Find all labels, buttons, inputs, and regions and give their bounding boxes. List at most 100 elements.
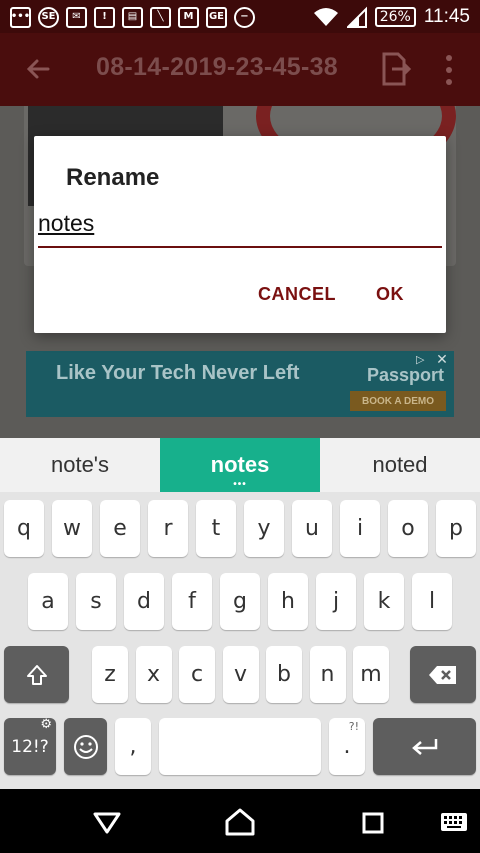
key-d[interactable]: d: [124, 573, 164, 630]
comma-key[interactable]: ,: [115, 718, 151, 775]
news-icon: ▤: [122, 6, 143, 28]
key-a-label: a: [41, 589, 55, 614]
key-o[interactable]: o: [388, 500, 428, 557]
period-key-label: .: [343, 734, 351, 759]
key-e[interactable]: e: [100, 500, 140, 557]
key-d-label: d: [137, 589, 151, 614]
key-m[interactable]: m: [353, 646, 389, 703]
key-u-label: u: [305, 516, 319, 541]
key-z[interactable]: z: [92, 646, 128, 703]
key-i[interactable]: i: [340, 500, 380, 557]
suggestion-label: note's: [50, 452, 110, 477]
space-key[interactable]: [159, 718, 321, 775]
notification-icons: ••• SE ✉! ▤ ╲ M GE −: [10, 5, 255, 29]
rename-dialog: Rename notes CANCEL OK: [34, 136, 446, 333]
shift-key[interactable]: [4, 646, 69, 703]
key-w-label: w: [63, 516, 81, 541]
key-a[interactable]: a: [28, 573, 68, 630]
ad-choices-icon[interactable]: ▷: [416, 353, 430, 367]
enter-key[interactable]: [373, 718, 476, 775]
back-arrow-icon[interactable]: [22, 53, 54, 85]
key-z-label: z: [104, 662, 116, 687]
key-g[interactable]: g: [220, 573, 260, 630]
ad-close-icon[interactable]: ✕: [432, 351, 452, 369]
key-c[interactable]: c: [179, 646, 215, 703]
key-x[interactable]: x: [135, 646, 172, 703]
key-n-label: n: [320, 662, 335, 687]
key-v-label: v: [233, 662, 248, 687]
settings-gear-icon: ⚙: [40, 717, 52, 732]
cancel-button[interactable]: CANCEL: [258, 284, 336, 305]
key-l[interactable]: l: [412, 573, 452, 630]
key-v[interactable]: v: [222, 646, 259, 703]
key-f[interactable]: f: [172, 573, 212, 630]
key-f-label: f: [188, 589, 196, 614]
app-bar: 08-14-2019-23-45-38: [0, 33, 480, 106]
key-p[interactable]: p: [436, 500, 476, 557]
backspace-key[interactable]: [410, 646, 476, 703]
status-right: 26% 11:45: [313, 4, 470, 30]
key-n[interactable]: n: [309, 646, 346, 703]
key-r[interactable]: r: [148, 500, 188, 557]
nav-home-icon[interactable]: [224, 807, 256, 837]
more-suggestions-dots: •••: [233, 479, 247, 490]
key-e-label: e: [113, 516, 127, 541]
key-u[interactable]: u: [292, 500, 332, 557]
key-t[interactable]: t: [196, 500, 236, 557]
symbols-key[interactable]: 12!? ⚙: [4, 717, 56, 775]
key-i-label: i: [356, 516, 364, 541]
shift-icon: [26, 664, 47, 685]
alert-icon: !: [94, 6, 115, 28]
key-x-label: x: [146, 662, 161, 687]
key-h[interactable]: h: [268, 573, 308, 630]
suggestion-item-selected[interactable]: notes •••: [160, 438, 320, 492]
do-not-disturb-icon: −: [234, 6, 255, 28]
cell-signal-icon: [346, 6, 367, 28]
key-q-label: q: [17, 516, 31, 541]
app-notification-icon: SE: [38, 6, 59, 28]
rename-input[interactable]: notes: [38, 210, 442, 248]
period-key[interactable]: .?!: [329, 718, 365, 775]
key-r-label: r: [163, 516, 173, 541]
key-b-label: b: [277, 662, 291, 687]
key-q[interactable]: q: [4, 500, 44, 557]
key-b[interactable]: b: [266, 646, 302, 703]
key-s[interactable]: s: [76, 573, 116, 630]
suggestion-item[interactable]: noted: [320, 438, 480, 492]
suggestion-item[interactable]: note's: [0, 438, 160, 492]
key-t-label: t: [211, 516, 221, 541]
more-options-icon[interactable]: [442, 53, 456, 87]
key-k[interactable]: k: [364, 573, 404, 630]
export-file-icon[interactable]: [376, 51, 412, 87]
nav-back-icon[interactable]: [92, 811, 122, 835]
comma-key-label: ,: [129, 734, 137, 759]
key-j-label: j: [332, 589, 340, 614]
wifi-icon: [313, 8, 338, 26]
soft-keyboard: q w e r t y u i o p a s d f g h j k l z x c v b n m 12!? ⚙,.?!: [0, 492, 480, 789]
status-bar: ••• SE ✉! ▤ ╲ M GE − 26% 11:45: [0, 0, 480, 33]
ad-cta-button[interactable]: BOOK A DEMO: [350, 391, 446, 411]
ok-button[interactable]: OK: [376, 284, 404, 305]
key-h-label: h: [281, 589, 295, 614]
period-alt-chars: ?!: [348, 720, 359, 733]
key-j[interactable]: j: [316, 573, 356, 630]
key-m-label: m: [360, 662, 382, 687]
key-w[interactable]: w: [52, 500, 92, 557]
key-p-label: p: [449, 516, 463, 541]
messages-icon: •••: [10, 6, 31, 28]
suggestion-strip: note's notes ••• noted: [0, 438, 480, 492]
clock: 11:45: [423, 6, 470, 27]
rename-input-value: notes: [38, 210, 95, 236]
gmail-icon: M: [178, 6, 199, 28]
enter-icon: [411, 738, 437, 755]
suggestion-label: noted: [372, 452, 428, 477]
symbols-key-label: 12!?: [11, 736, 49, 757]
ad-banner[interactable]: Like Your Tech Never Left Passport BOOK …: [26, 351, 454, 417]
key-y[interactable]: y: [244, 500, 284, 557]
nav-recents-icon[interactable]: [362, 812, 384, 834]
keyboard-switch-icon[interactable]: [440, 812, 468, 832]
dialog-title: Rename: [66, 164, 160, 191]
emoji-key[interactable]: [64, 718, 107, 775]
key-s-label: s: [90, 589, 102, 614]
chat-notification-icon: ✉: [66, 6, 87, 28]
